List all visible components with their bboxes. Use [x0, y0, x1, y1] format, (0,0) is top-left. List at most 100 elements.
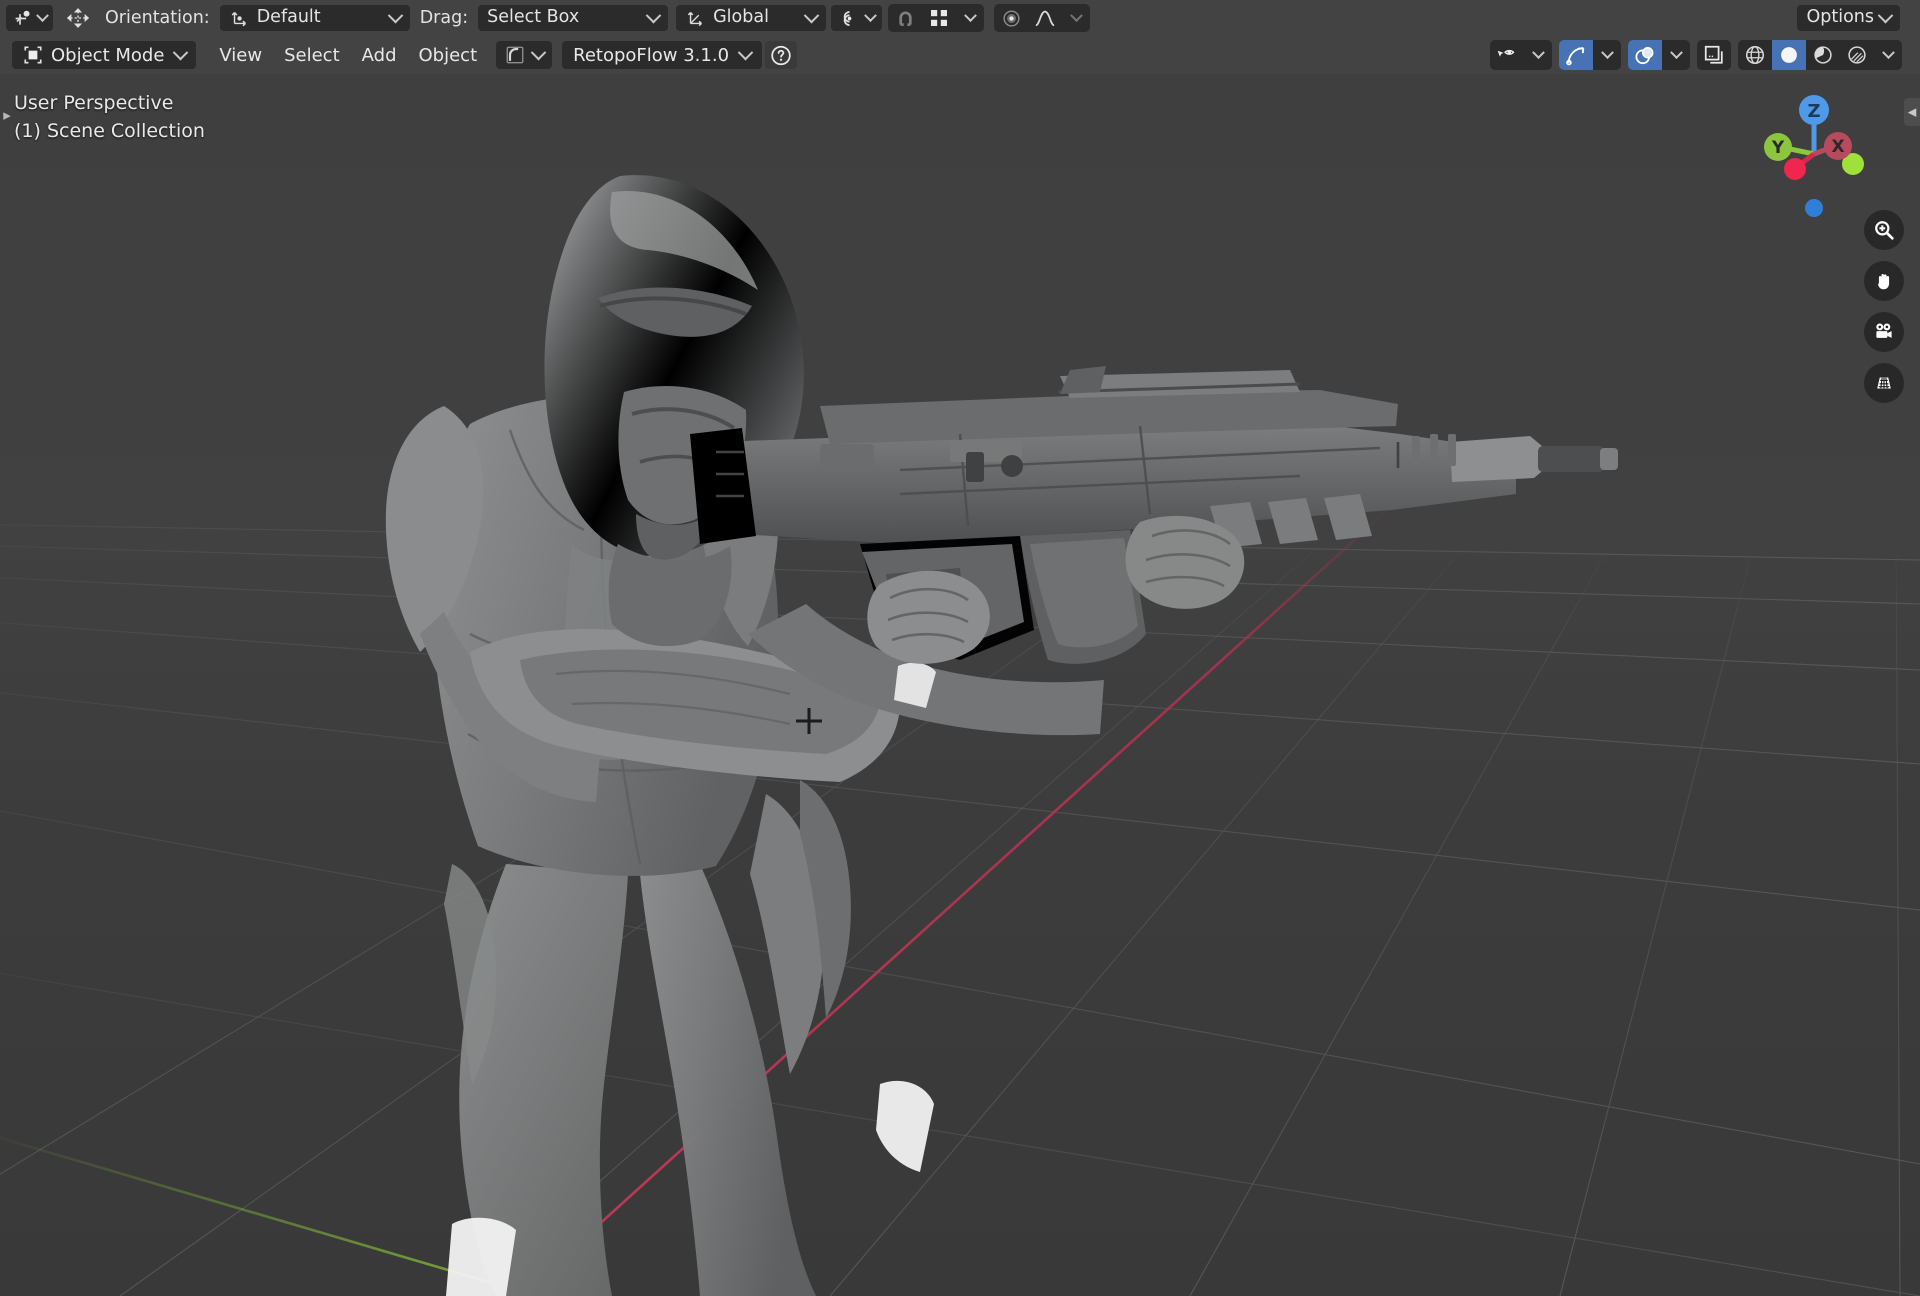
snap-to-dropdown[interactable] [922, 4, 956, 32]
menu-view[interactable]: View [208, 41, 273, 69]
gizmo-neg-z-dot [1805, 199, 1823, 217]
chevron-down-icon [1600, 45, 1614, 59]
gizmo-y-label: Y [1771, 138, 1785, 158]
chevron-down-icon [1531, 45, 1545, 59]
blender-window: Orientation: Default Drag: Select Box Gl… [0, 0, 1920, 1296]
shading-rendered-button[interactable] [1840, 40, 1874, 70]
menu-object[interactable]: Object [408, 41, 489, 69]
chevron-down-icon [1877, 7, 1894, 23]
zoom-button[interactable] [1864, 210, 1904, 250]
chevron-down-icon [530, 44, 547, 60]
move-arrows-icon [67, 7, 89, 29]
grid-floor [0, 503, 1920, 1296]
chevron-down-icon [387, 7, 403, 23]
navigation-gizmo[interactable]: X Y Z [1750, 90, 1878, 218]
pivot-median-icon [838, 7, 860, 29]
gizmo-z-label: Z [1807, 101, 1820, 122]
gizmo-group [1559, 40, 1621, 70]
pivot-point-dropdown[interactable] [831, 5, 883, 31]
gizmo-neg-y-dot [1784, 158, 1806, 180]
proportional-circle-icon [1000, 7, 1022, 29]
xray-group [1697, 40, 1731, 70]
chevron-down-icon [803, 7, 820, 23]
viewport-shading-group [1738, 40, 1902, 70]
object-mode-icon [22, 44, 44, 66]
orientation-label: Orientation: [105, 8, 210, 28]
chevron-down-icon [36, 8, 49, 22]
ortho-grid-icon [1873, 372, 1895, 394]
overlays-circles-icon [1634, 44, 1656, 66]
tool-header: Orientation: Default Drag: Select Box Gl… [0, 0, 1920, 36]
interaction-mode-dropdown[interactable]: Object Mode [12, 41, 197, 69]
retopoflow-version-dropdown[interactable]: RetopoFlow 3.1.0 [562, 41, 763, 69]
mesh-data-icon [504, 44, 526, 66]
orientation-dropdown[interactable]: Default [219, 5, 410, 31]
shading-options-chevron[interactable] [1874, 40, 1902, 70]
menu-add[interactable]: Add [351, 41, 408, 69]
shading-solid-button[interactable] [1772, 40, 1806, 70]
shading-material-preview-button[interactable] [1806, 40, 1840, 70]
falloff-curve-icon [1034, 7, 1056, 29]
chevron-down-icon [1069, 8, 1083, 22]
snap-magnet-toggle[interactable] [888, 4, 922, 32]
menu-select[interactable]: Select [273, 41, 351, 69]
question-help-icon [770, 44, 792, 66]
tweak-tool-icon [12, 7, 34, 29]
object-type-dropdown[interactable] [496, 41, 553, 69]
material-sphere-icon [1812, 44, 1834, 66]
snap-grid-icon [928, 7, 950, 29]
snap-options-chevron[interactable] [956, 4, 984, 32]
gizmo-chevron[interactable] [1593, 40, 1621, 70]
camera-view-button[interactable] [1864, 312, 1904, 352]
proportional-falloff-dropdown[interactable] [1028, 4, 1062, 32]
chevron-down-icon [737, 44, 754, 60]
shading-wireframe-button[interactable] [1738, 40, 1772, 70]
camera-icon [1873, 321, 1895, 343]
active-tool-button[interactable] [6, 5, 53, 31]
chevron-down-icon [645, 7, 662, 23]
move-tool-button[interactable] [61, 5, 95, 31]
zoom-icon [1873, 219, 1895, 241]
xray-squares-icon [1703, 44, 1725, 66]
left-sidebar-toggle[interactable]: ▸ [0, 102, 14, 128]
rendered-sphere-icon [1846, 44, 1868, 66]
drag-value: Select Box [487, 7, 580, 28]
show-hide-objects-button[interactable] [1490, 40, 1524, 70]
options-dropdown[interactable]: Options [1797, 5, 1900, 31]
proportional-edit-toggle[interactable] [994, 4, 1028, 32]
retopoflow-label: RetopoFlow 3.1.0 [573, 44, 730, 66]
eye-cursor-icon [1496, 44, 1518, 66]
toggle-xray-button[interactable] [1697, 40, 1731, 70]
chevron-down-icon [173, 44, 189, 60]
gizmo-x-label: X [1831, 137, 1844, 157]
transform-orientation-dropdown[interactable]: Global [676, 5, 827, 31]
solid-sphere-icon [1778, 44, 1800, 66]
magnet-icon [894, 7, 916, 29]
options-label: Options [1806, 7, 1874, 28]
pan-button[interactable] [1864, 261, 1904, 301]
overlays-chevron[interactable] [1662, 40, 1690, 70]
falloff-chevron[interactable] [1062, 4, 1090, 32]
drag-dropdown[interactable]: Select Box [478, 5, 669, 31]
visibility-chevron[interactable] [1524, 40, 1552, 70]
chevron-down-icon [1669, 45, 1683, 59]
show-overlays-toggle[interactable] [1628, 40, 1662, 70]
wireframe-globe-icon [1744, 44, 1766, 66]
gizmo-arrow-icon [1565, 44, 1587, 66]
3d-viewport[interactable]: User Perspective (1) Scene Collection ▸ … [0, 74, 1920, 1296]
orientation-value: Default [256, 7, 321, 28]
chevron-down-icon [864, 8, 877, 22]
object-visibility-group [1490, 40, 1552, 70]
right-sidebar-toggle[interactable]: ◂ [1904, 98, 1920, 126]
chevron-down-icon [1881, 45, 1895, 59]
show-gizmo-toggle[interactable] [1559, 40, 1593, 70]
orientation-axis-icon [229, 7, 251, 29]
retopoflow-help-button[interactable] [765, 41, 798, 69]
drag-label: Drag: [419, 8, 469, 28]
toggle-ortho-perspective-button[interactable] [1864, 363, 1904, 403]
viewport-header: Object Mode View Select Add Object Retop… [0, 36, 1920, 74]
chevron-down-icon [963, 8, 977, 22]
transform-orientation-value: Global [713, 7, 769, 28]
viewport-nav-buttons [1864, 210, 1904, 403]
mode-label: Object Mode [51, 44, 165, 66]
